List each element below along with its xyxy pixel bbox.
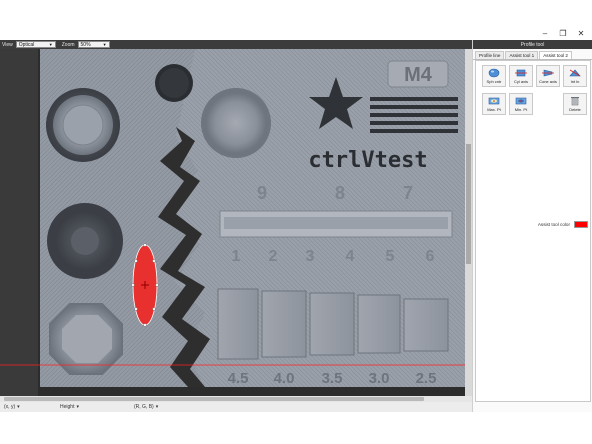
zoom-select[interactable]: 50% ▼ (77, 41, 110, 48)
coord-value: (x, y) (4, 404, 16, 410)
fixture-shadow (0, 49, 38, 396)
rgb-readout[interactable]: (R, G, B) ▾ (134, 404, 158, 410)
maximize-button[interactable]: ❐ (554, 27, 572, 39)
tab-assist-tool-1[interactable]: Assist tool 1 (505, 51, 539, 59)
step-label-4: 3.0 (369, 370, 390, 387)
vertical-scrollbar[interactable] (465, 49, 472, 396)
digit-top-7: 7 (403, 183, 413, 203)
ctrlvtest-logo: ctrlVtest (308, 148, 427, 173)
m4-badge: M4 (404, 64, 433, 86)
chevron-down-icon: ▼ (102, 42, 107, 47)
rgb-value: (R, G, B) (134, 404, 154, 410)
assist-tool-color-row: Assist tool color (476, 219, 592, 229)
digit-mid-5: 5 (386, 248, 395, 265)
step-block-1 (217, 288, 259, 360)
delete-icon (571, 97, 579, 106)
step-block-3 (309, 292, 355, 356)
step-label-3: 3.5 (322, 370, 343, 387)
coord-readout[interactable]: (x, y) ▾ (4, 404, 20, 410)
step-block-4 (357, 294, 401, 354)
min-point-button[interactable]: Min. Pt (509, 93, 533, 115)
digit-mid-1: 1 (232, 248, 241, 265)
step-block-2 (261, 290, 307, 358)
horizontal-scroll-thumb[interactable] (4, 397, 424, 401)
part-image: M4 ctrlVtest 9 8 7 1 2 3 4 5 6 4.5 4.0 3… (0, 49, 472, 396)
window-titlebar: – ❐ ✕ (0, 0, 592, 40)
cone-axis-button[interactable]: Cone axis (536, 65, 560, 87)
cone-axis-label: Cone axis (539, 79, 557, 84)
bottom-blank-area (0, 412, 592, 444)
digit-top-8: 8 (335, 183, 345, 203)
assist-tool-color-swatch[interactable] (574, 220, 588, 228)
view-toolbar: View Optical ▼ Zoom 50% ▼ (0, 40, 472, 49)
step-blocks (217, 288, 449, 360)
chevron-down-icon: ▾ (155, 404, 159, 410)
intersection-line-icon (569, 69, 581, 77)
status-bar: (x, y) ▾ Height ▾ (R, G, B) ▾ (0, 402, 472, 412)
control-point[interactable] (143, 243, 147, 247)
max-point-label: Max. Pt (487, 107, 501, 112)
assist-tool-color-label: Assist tool color (537, 221, 570, 227)
digit-mid-3: 3 (306, 248, 315, 265)
step-label-1: 4.5 (228, 370, 249, 387)
assist-tool-grid: Sph cntr Cyl axis Cone axis Int ln Max. … (482, 65, 588, 129)
panel-tabs: Profile line Assist tool 1 Assist tool 2 (473, 51, 592, 60)
intersection-line-button[interactable]: Int ln (563, 65, 587, 87)
chevron-down-icon: ▾ (17, 404, 20, 410)
control-point[interactable] (152, 307, 156, 311)
height-value: Height (60, 404, 75, 410)
zoom-select-value: 50% (80, 41, 91, 48)
max-point-button[interactable]: Max. Pt (482, 93, 506, 115)
zoom-label: Zoom (61, 41, 75, 48)
digit-top-9: 9 (257, 183, 267, 203)
step-block-5 (403, 298, 449, 352)
control-point[interactable] (131, 283, 135, 287)
delete-button[interactable]: Delete (563, 93, 587, 115)
control-point[interactable] (152, 259, 156, 263)
sphere-icon (488, 68, 500, 78)
window-controls: – ❐ ✕ (536, 27, 590, 39)
tab-assist-tool-2[interactable]: Assist tool 2 (539, 51, 572, 59)
tab-profile-line[interactable]: Profile line (475, 51, 505, 59)
minimize-button[interactable]: – (536, 27, 554, 39)
cylinder-axis-label: Cyl axis (513, 79, 528, 84)
min-point-label: Min. Pt (514, 107, 528, 112)
step-label-5: 2.5 (416, 370, 437, 387)
panel-title: Profile tool (473, 40, 592, 49)
close-button[interactable]: ✕ (572, 27, 590, 39)
digit-mid-4: 4 (346, 248, 355, 265)
chevron-down-icon: ▼ (48, 42, 53, 47)
view-select[interactable]: Optical ▼ (15, 41, 56, 48)
delete-label: Delete (569, 107, 581, 112)
min-point-icon (515, 97, 527, 105)
view-select-value: Optical (18, 41, 35, 48)
max-point-icon (488, 97, 500, 105)
sphere-center-button[interactable]: Sph cntr (482, 65, 506, 87)
sphere-center-label: Sph cntr (486, 79, 502, 84)
digit-mid-6: 6 (426, 248, 435, 265)
cylinder-axis-icon (515, 69, 527, 77)
cylinder-axis-button[interactable]: Cyl axis (509, 65, 533, 87)
control-point[interactable] (134, 259, 138, 263)
control-point[interactable] (134, 307, 138, 311)
control-point[interactable] (143, 323, 147, 327)
control-point[interactable] (155, 283, 159, 287)
image-viewport[interactable]: M4 ctrlVtest 9 8 7 1 2 3 4 5 6 4.5 4.0 3… (0, 49, 472, 396)
digit-mid-2: 2 (269, 248, 278, 265)
assist-tool-2-content: Sph cntr Cyl axis Cone axis Int ln Max. … (475, 60, 591, 402)
intersection-line-label: Int ln (570, 79, 580, 84)
step-label-2: 4.0 (274, 370, 295, 387)
vertical-scroll-thumb[interactable] (466, 144, 471, 264)
view-label: View (2, 41, 13, 48)
height-readout[interactable]: Height ▾ (60, 404, 79, 410)
cone-axis-icon (542, 69, 554, 77)
chevron-down-icon: ▾ (76, 404, 79, 410)
profile-tool-panel: Profile tool Profile line Assist tool 1 … (472, 40, 592, 412)
